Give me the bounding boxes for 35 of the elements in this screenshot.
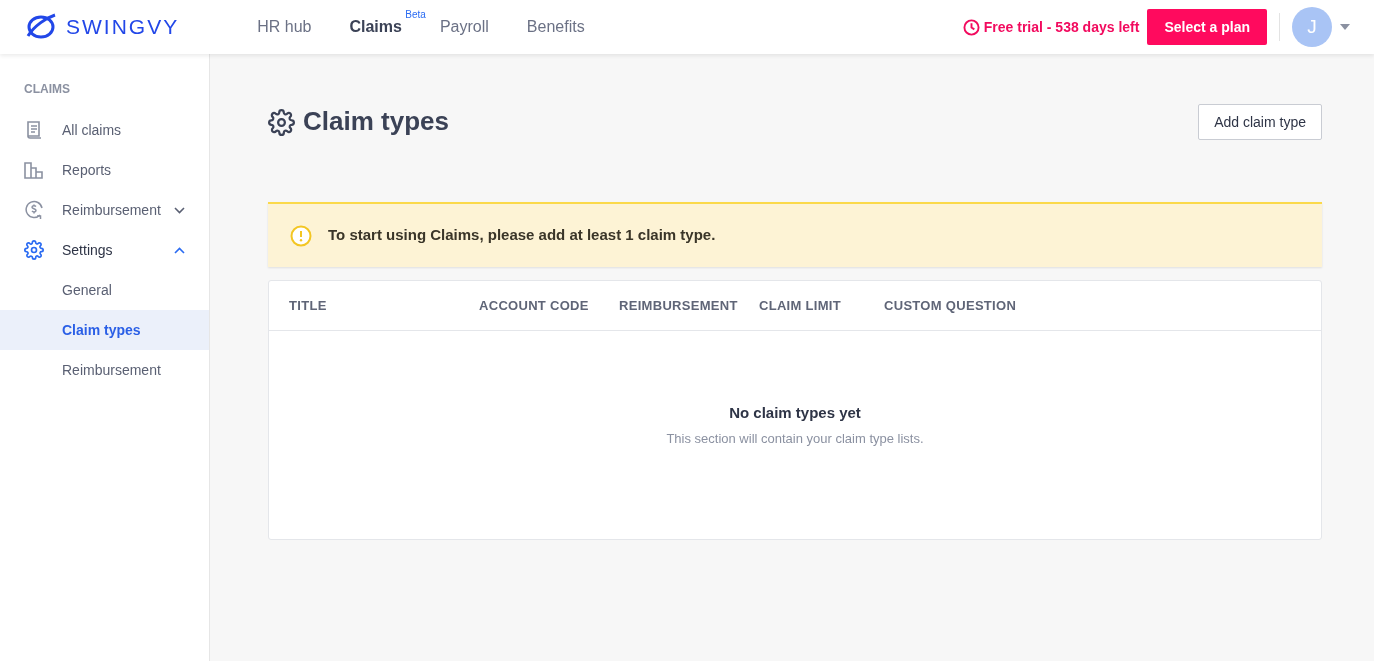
column-header: CUSTOM QUESTION bbox=[884, 296, 1018, 315]
sidebar-subitem[interactable]: Reimbursement bbox=[0, 350, 209, 390]
trial-notice: Free trial - 538 days left bbox=[983, 17, 1140, 37]
empty-state-title: No claim types yet bbox=[729, 403, 861, 423]
settings-icon bbox=[24, 240, 44, 260]
add-claim-type-button[interactable]: Add claim type bbox=[1198, 104, 1322, 140]
column-header: ACCOUNT CODE bbox=[479, 296, 590, 315]
bar-chart-icon bbox=[24, 160, 44, 180]
nav-tab[interactable]: Benefits bbox=[526, 15, 585, 39]
nav-tab[interactable]: Payroll bbox=[439, 15, 489, 39]
clock-icon bbox=[962, 18, 980, 36]
caret-icon[interactable] bbox=[1340, 24, 1350, 30]
sidebar-subitem[interactable]: Claim types bbox=[0, 310, 209, 350]
empty-state-text: This section will contain your claim type lists. bbox=[666, 429, 924, 448]
beta-label: Beta bbox=[405, 8, 426, 22]
sidebar-item[interactable]: Settings bbox=[0, 230, 209, 270]
select-plan-button[interactable]: Select a plan bbox=[1147, 9, 1267, 45]
sidebar-subitem[interactable]: General bbox=[0, 270, 209, 310]
brand-name: SWINGVY bbox=[66, 14, 180, 41]
alert-message: To start using Claims, please add at least 1 claim type. bbox=[328, 225, 716, 246]
chevron-icon bbox=[174, 246, 185, 254]
dollar-refresh-icon bbox=[24, 200, 44, 220]
column-header: TITLE bbox=[289, 296, 328, 315]
nav-tab[interactable]: HR hub bbox=[257, 15, 312, 39]
sidebar-item[interactable]: Reports bbox=[0, 150, 209, 190]
settings-icon bbox=[268, 108, 295, 136]
sidebar-item[interactable]: All claims bbox=[0, 110, 209, 150]
column-header: CLAIM LIMIT bbox=[759, 296, 842, 315]
page-title: Claim types bbox=[303, 106, 449, 138]
sidebar-item[interactable]: Reimbursement bbox=[0, 190, 209, 230]
document-icon bbox=[24, 120, 44, 140]
warning-icon bbox=[290, 224, 312, 247]
column-header: REIMBURSEMENT bbox=[619, 296, 739, 315]
sidebar-heading: CLAIMS bbox=[23, 81, 71, 98]
chevron-icon bbox=[174, 206, 185, 214]
